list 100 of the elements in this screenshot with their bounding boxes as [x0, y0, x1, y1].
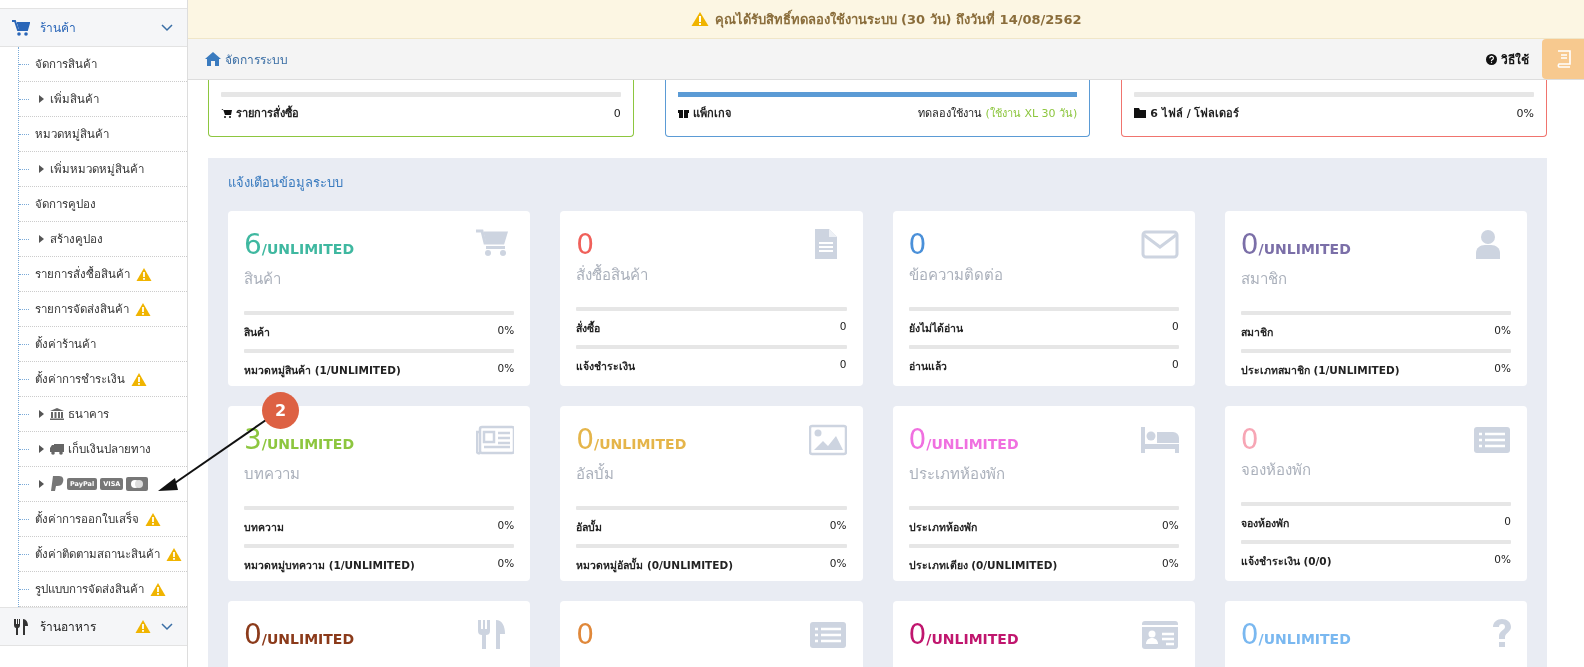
sidebar-subitem[interactable]: สร้างคูปอง	[19, 222, 187, 257]
sidebar-subitem[interactable]: ธนาคาร	[19, 397, 187, 432]
stat-value: 0%	[497, 362, 515, 376]
sidebar-subitem[interactable]: เก็บเงินปลายทาง	[19, 432, 187, 467]
stat-value: 0	[839, 320, 847, 334]
newspaper-icon	[476, 424, 515, 456]
stat-value: 0%	[1494, 553, 1511, 567]
caret-icon	[39, 95, 44, 103]
stat-label: อัลบั้ม	[576, 519, 603, 535]
stat-count: 0/UNLIMITED	[908, 619, 1019, 653]
sidebar-item[interactable]: จัดการคูปอง	[19, 187, 187, 222]
sidebar-item[interactable]: หมวดหมู่สินค้า	[19, 117, 187, 152]
id-card-icon	[1140, 619, 1179, 651]
summary-label: รายการสั่งซื้อ	[236, 104, 299, 122]
stat-count: 6/UNLIMITED	[244, 229, 355, 263]
sidebar-section-header[interactable]: ร้านอาหาร	[0, 607, 187, 646]
stat-count: 0/UNLIMITED	[1240, 229, 1351, 263]
sidebar-subitem[interactable]: เพิ่มหมวดหมู่สินค้า	[19, 152, 187, 187]
stat-value: 0%	[829, 519, 847, 533]
stat-value: 0%	[1494, 324, 1511, 338]
summary-label: แพ็กเกจ	[692, 105, 731, 122]
stat-label: ประเภทเตียง (0/UNLIMITED)	[908, 558, 1058, 573]
stat-value: 0	[1172, 320, 1179, 334]
summary-label: 6 ไฟล์ / โฟลเดอร์	[1150, 105, 1240, 122]
stat-value: 0	[1504, 515, 1511, 529]
panel-title: แจ้งเตือนข้อมูลระบบ	[228, 174, 344, 193]
caret-icon	[39, 235, 44, 243]
stat-label: ประเภทห้องพัก	[908, 520, 977, 535]
stat-value: 0	[839, 358, 847, 372]
summary-value: 0%	[1516, 106, 1534, 120]
caret-icon	[39, 165, 44, 173]
breadcrumb-link[interactable]: จัดการระบบ	[205, 49, 288, 69]
cart-icon	[12, 19, 30, 36]
stat-label: แจ้งชำระเงิน (0/0)	[1240, 554, 1332, 569]
help-icon	[1486, 53, 1497, 65]
stat-label: จองห้องพัก	[1240, 516, 1289, 531]
list-icon	[1473, 424, 1511, 456]
p-logo-icon	[50, 476, 64, 492]
stat-count: 0	[576, 619, 595, 651]
stat-label: หมวดหมู่อัลบั้ม (0/UNLIMITED)	[576, 557, 733, 574]
warning-icon	[690, 11, 709, 27]
stat-count: 0	[908, 229, 928, 261]
bed-icon	[1140, 424, 1179, 456]
caret-icon	[39, 480, 44, 488]
stat-label: สั่งซื้อ	[576, 320, 601, 336]
image-icon	[808, 424, 847, 456]
envelope-icon	[1140, 229, 1179, 261]
stat-label: หมวดหมู่สินค้า (1/UNLIMITED)	[244, 363, 401, 379]
stat-label: สมาชิก	[1240, 325, 1273, 340]
bank-icon	[50, 408, 64, 420]
caret-icon	[39, 445, 44, 453]
stat-value: 0%	[1162, 519, 1179, 533]
stat-value: 0%	[1494, 362, 1511, 376]
stat-value: 0%	[497, 557, 515, 571]
sidebar-item[interactable]: รายการจัดส่งสินค้า	[19, 292, 187, 327]
card-logo-icon	[126, 477, 149, 491]
chevron-down-icon	[161, 622, 173, 631]
summary-value: 0	[613, 106, 621, 120]
stat-value: 0	[1172, 358, 1179, 372]
book-button[interactable]	[1542, 39, 1584, 79]
folder-icon	[1134, 108, 1147, 118]
sidebar-item[interactable]: รายการสั่งซื้อสินค้า	[19, 257, 187, 292]
stat-title: สินค้า	[244, 269, 282, 290]
stat-count: 0	[1240, 424, 1260, 456]
stat-value: 0%	[829, 557, 847, 571]
stat-title: อัลบั้ม	[576, 462, 616, 485]
stat-value: 0%	[497, 324, 515, 338]
stat-label: อ่านแล้ว	[908, 359, 947, 374]
stat-title: บทความ	[244, 464, 301, 485]
stat-title: สั่งซื้อสินค้า	[576, 263, 649, 286]
stat-title: ข้อความติดต่อ	[908, 265, 1003, 286]
stat-label: ยังไม่ได้อ่าน	[908, 321, 963, 336]
home-icon	[205, 52, 221, 66]
sidebar-item[interactable]: ตั้งค่าติดตามสถานะสินค้า	[19, 537, 187, 572]
stat-label: บทความ	[244, 520, 284, 535]
stat-title: จองห้องพัก	[1240, 460, 1311, 481]
book-icon	[1555, 50, 1571, 68]
stat-count: 0	[576, 229, 596, 261]
sidebar-subitem[interactable]: เพิ่มสินค้า	[19, 82, 187, 117]
stat-label: แจ้งชำระเงิน	[576, 359, 636, 374]
stat-label: หมวดหมู่บทความ (1/UNLIMITED)	[244, 558, 415, 574]
summary-value: ทดลองใช้งาน (ใช้งาน XL 30 วัน)	[918, 106, 1078, 122]
stat-title: ประเภทห้องพัก	[908, 464, 1006, 485]
stat-title: สมาชิก	[1240, 269, 1288, 290]
question-icon	[1493, 619, 1511, 647]
stat-value: 0%	[497, 519, 515, 533]
sidebar-item[interactable]: ตั้งค่าการออกใบเสร็จ	[19, 502, 187, 537]
stat-count: 0/UNLIMITED	[1240, 619, 1351, 653]
sidebar-item[interactable]: จัดการสินค้า	[19, 47, 187, 82]
stat-count: 0/UNLIMITED	[244, 619, 355, 653]
sidebar-item[interactable]: ตั้งค่าร้านค้า	[19, 327, 187, 362]
fork-knife-icon	[12, 617, 30, 636]
sidebar-item[interactable]: ตั้งค่าการชำระเงิน	[19, 362, 187, 397]
stat-label: ประเภทสมาชิก (1/UNLIMITED)	[1240, 363, 1400, 378]
help-link[interactable]: วิธีใช้	[1486, 49, 1529, 69]
notice-text: คุณได้รับสิทธิ์ทดลองใช้งานระบบ (30 วัน) ถึงวันที่ 14/08/2562	[714, 8, 1082, 30]
chevron-down-icon	[161, 23, 173, 32]
sidebar-section-header[interactable]: ร้านค้า	[0, 8, 187, 47]
cart-icon	[221, 108, 232, 118]
stat-label: สินค้า	[244, 325, 270, 340]
